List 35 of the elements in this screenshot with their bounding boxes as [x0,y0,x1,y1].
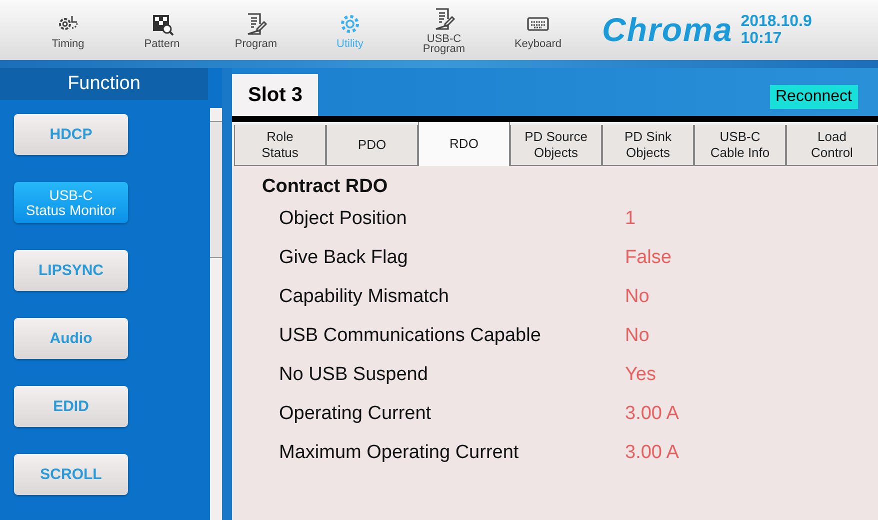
field-value: Yes [625,364,656,386]
tab[interactable]: PDO [326,125,418,166]
toolbar-button[interactable]: Keyboard [490,12,586,48]
field-value: 1 [625,208,636,230]
field-label: Maximum Operating Current [279,442,520,464]
field-value: No [625,286,650,308]
slot-tab[interactable]: Slot 3 [232,74,318,116]
tab[interactable]: Load Control [786,125,878,166]
scrollbar-thumb[interactable] [210,121,222,258]
field-label: USB Communications Capable [279,325,542,347]
field-label: Operating Current [279,403,432,425]
field-label: Object Position [279,208,408,230]
field-value: No [625,325,650,347]
time-text: 10:17 [740,30,783,47]
field-value: False [625,247,672,269]
field-value: 3.00 A [625,442,679,464]
date-text: 2018.10.9 [740,13,812,30]
toolbar-button[interactable]: Pattern [114,12,210,48]
tab[interactable]: PD Source Objects [510,125,602,166]
tab[interactable]: Role Status [234,125,326,166]
field-value: 3.00 A [625,403,679,425]
tab[interactable]: PD Sink Objects [602,125,694,166]
toolbar-button[interactable]: USB-C Program [396,6,492,54]
scrollbar[interactable] [210,108,222,520]
toolbar-button[interactable]: Program [208,12,304,48]
field-label: Give Back Flag [279,247,409,269]
section-title: Contract RDO [262,176,389,198]
sidebar-title: Function [0,68,208,100]
tab[interactable]: RDO [418,122,510,166]
field-label: Capability Mismatch [279,286,450,308]
reconnect-button[interactable]: Reconnect [770,85,858,109]
tab[interactable]: USB-C Cable Info [694,125,786,166]
brand-logo: Chroma [602,11,733,49]
toolbar-button[interactable]: Timing [20,12,116,48]
field-label: No USB Suspend [279,364,429,386]
